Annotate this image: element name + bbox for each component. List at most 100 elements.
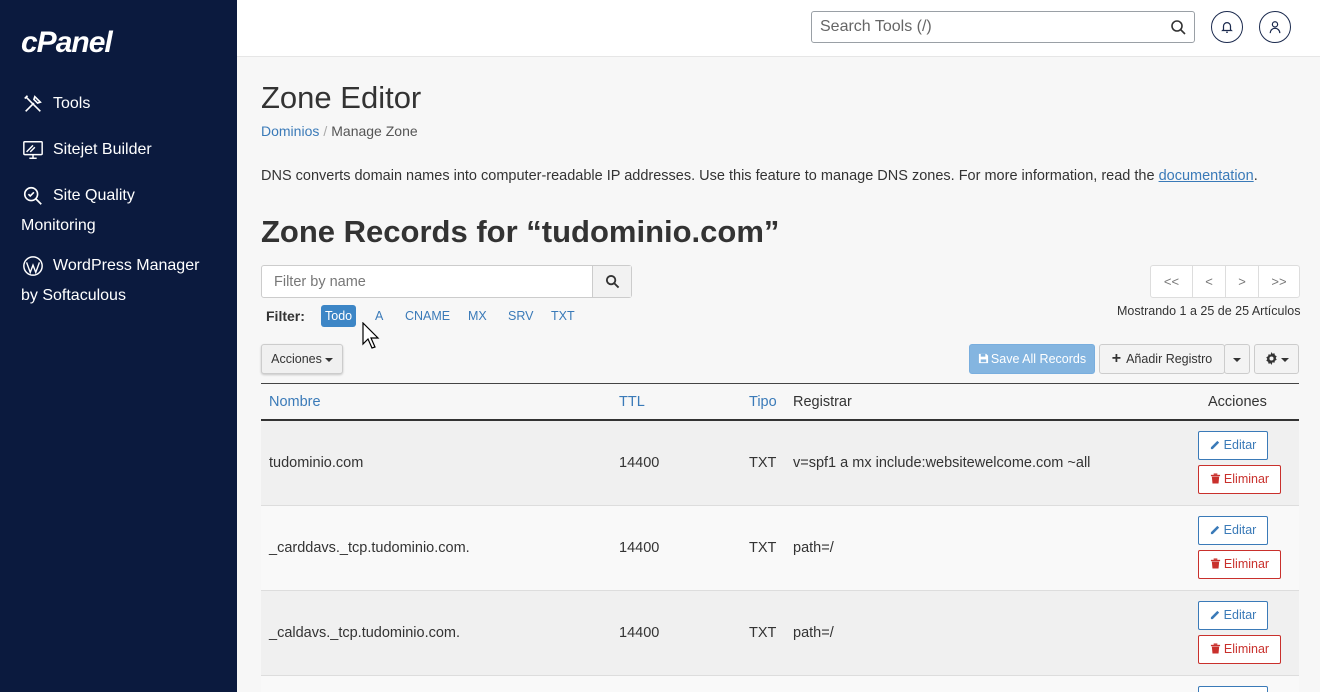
filter-chip-srv[interactable]: SRV bbox=[504, 305, 537, 327]
search-icon[interactable] bbox=[1170, 19, 1186, 35]
pager-next[interactable]: > bbox=[1225, 266, 1258, 297]
record-value: path=/ bbox=[793, 625, 834, 641]
add-record-button[interactable]: + Añadir Registro bbox=[1099, 344, 1225, 374]
column-header-registrar: Registrar bbox=[793, 394, 852, 410]
record-type: TXT bbox=[749, 455, 777, 471]
table-row bbox=[261, 676, 1299, 692]
sidebar-item-label: Tools bbox=[53, 95, 91, 112]
record-ttl: 14400 bbox=[619, 625, 660, 641]
edit-button[interactable]: Editar bbox=[1198, 516, 1268, 545]
sidebar-item-label: WordPress Manager bbox=[53, 257, 200, 274]
sidebar-item-label-line2: Monitoring bbox=[21, 217, 96, 234]
caret-down-icon bbox=[1280, 357, 1289, 362]
caret-down-icon bbox=[1233, 357, 1241, 362]
table-row: tudominio.com 14400 TXT v=spf1 a mx incl… bbox=[261, 421, 1299, 506]
column-header-ttl[interactable]: TTL bbox=[619, 394, 645, 410]
caret-down-icon bbox=[324, 357, 333, 362]
column-header-tipo[interactable]: Tipo bbox=[749, 394, 777, 410]
mouse-cursor-icon bbox=[362, 322, 380, 349]
description-end: . bbox=[1253, 168, 1258, 184]
description-text: DNS converts domain names into computer-… bbox=[261, 168, 1159, 184]
trash-icon bbox=[1210, 473, 1221, 484]
breadcrumb-link-dominios[interactable]: Dominios bbox=[261, 123, 319, 139]
delete-button[interactable]: Eliminar bbox=[1198, 550, 1281, 579]
filter-by-name bbox=[261, 265, 632, 298]
page-title: Zone Editor bbox=[261, 80, 422, 115]
sidebar-item-label: Sitejet Builder bbox=[53, 141, 152, 158]
filter-chip-cname[interactable]: CNAME bbox=[401, 305, 454, 327]
save-icon bbox=[978, 353, 988, 364]
sidebar-item-wordpress[interactable]: WordPress Manager by Softaculous bbox=[21, 251, 199, 311]
column-header-acciones: Acciones bbox=[1208, 394, 1267, 410]
trash-icon bbox=[1210, 643, 1221, 654]
plus-icon: + bbox=[1111, 350, 1122, 367]
breadcrumb: Dominios / Manage Zone bbox=[261, 123, 418, 139]
user-icon bbox=[1269, 21, 1281, 34]
pagination-summary: Mostrando 1 a 25 de 25 Artículos bbox=[1117, 304, 1301, 318]
record-type: TXT bbox=[749, 540, 777, 556]
sidebar-item-sitejet[interactable]: Sitejet Builder bbox=[21, 135, 152, 165]
record-name: _carddavs._tcp.tudominio.com. bbox=[269, 540, 470, 556]
delete-button[interactable]: Eliminar bbox=[1198, 635, 1281, 664]
trash-icon bbox=[1210, 558, 1221, 569]
sitejet-icon bbox=[21, 138, 45, 162]
sidebar-item-tools[interactable]: Tools bbox=[21, 89, 90, 119]
filter-chip-txt[interactable]: TXT bbox=[547, 305, 579, 327]
record-ttl: 14400 bbox=[619, 455, 660, 471]
pager-prev[interactable]: < bbox=[1192, 266, 1225, 297]
zone-records-table: Nombre TTL Tipo Registrar Acciones tudom… bbox=[261, 383, 1299, 692]
edit-button[interactable]: Editar bbox=[1198, 431, 1268, 460]
delete-button[interactable]: Eliminar bbox=[1198, 465, 1281, 494]
user-menu-button[interactable] bbox=[1259, 11, 1291, 43]
acciones-dropdown[interactable]: Acciones bbox=[261, 344, 343, 374]
filter-search-button[interactable] bbox=[592, 266, 631, 297]
breadcrumb-current: Manage Zone bbox=[331, 123, 418, 139]
search-icon bbox=[605, 274, 619, 289]
documentation-link[interactable]: documentation bbox=[1159, 168, 1254, 184]
add-record-dropdown-toggle[interactable] bbox=[1224, 344, 1250, 374]
edit-button-partial[interactable] bbox=[1198, 686, 1268, 692]
filter-input[interactable] bbox=[262, 266, 593, 297]
record-type: TXT bbox=[749, 625, 777, 641]
table-row: _caldavs._tcp.tudominio.com. 14400 TXT p… bbox=[261, 591, 1299, 676]
pencil-icon bbox=[1210, 440, 1219, 450]
pager-last[interactable]: >> bbox=[1258, 266, 1299, 297]
settings-dropdown[interactable] bbox=[1254, 344, 1299, 374]
site-quality-icon bbox=[21, 184, 45, 208]
search-tools bbox=[811, 11, 1195, 43]
pager-first[interactable]: << bbox=[1151, 266, 1192, 297]
tools-icon bbox=[21, 92, 45, 116]
sidebar: cPanel Tools Sitejet Builder Site Qualit… bbox=[0, 0, 237, 692]
cpanel-logo[interactable]: cPanel bbox=[21, 26, 113, 60]
filter-chip-todo[interactable]: Todo bbox=[321, 305, 357, 327]
zone-records-title: Zone Records for “tudominio.com” bbox=[261, 214, 780, 249]
edit-label: Editar bbox=[1223, 438, 1257, 452]
record-value: v=spf1 a mx include:websitewelcome.com ~… bbox=[793, 455, 1091, 471]
pencil-icon bbox=[1210, 610, 1219, 620]
save-all-label: Save All Records bbox=[990, 352, 1087, 366]
save-all-records-button[interactable]: Save All Records bbox=[969, 344, 1095, 374]
delete-label: Eliminar bbox=[1223, 472, 1270, 486]
column-header-nombre[interactable]: Nombre bbox=[269, 394, 321, 410]
search-input[interactable] bbox=[812, 12, 1152, 42]
top-bar bbox=[237, 0, 1320, 57]
wordpress-icon bbox=[21, 254, 45, 278]
table-header: Nombre TTL Tipo Registrar Acciones bbox=[261, 383, 1299, 421]
record-name: _caldavs._tcp.tudominio.com. bbox=[269, 625, 461, 641]
sidebar-item-site-quality[interactable]: Site Quality Monitoring bbox=[21, 181, 135, 241]
filter-label: Filter: bbox=[266, 308, 305, 324]
filter-chip-mx[interactable]: MX bbox=[464, 305, 491, 327]
notifications-button[interactable] bbox=[1211, 11, 1243, 43]
pencil-icon bbox=[1210, 525, 1219, 535]
record-ttl: 14400 bbox=[619, 540, 660, 556]
edit-label: Editar bbox=[1223, 608, 1257, 622]
delete-label: Eliminar bbox=[1223, 642, 1270, 656]
edit-label: Editar bbox=[1223, 523, 1257, 537]
record-value: path=/ bbox=[793, 540, 834, 556]
sidebar-item-label-line2: by Softaculous bbox=[21, 287, 126, 304]
record-name: tudominio.com bbox=[269, 455, 364, 471]
page-description: DNS converts domain names into computer-… bbox=[261, 168, 1258, 184]
edit-button[interactable]: Editar bbox=[1198, 601, 1268, 630]
gear-icon bbox=[1265, 352, 1277, 365]
delete-label: Eliminar bbox=[1223, 557, 1270, 571]
